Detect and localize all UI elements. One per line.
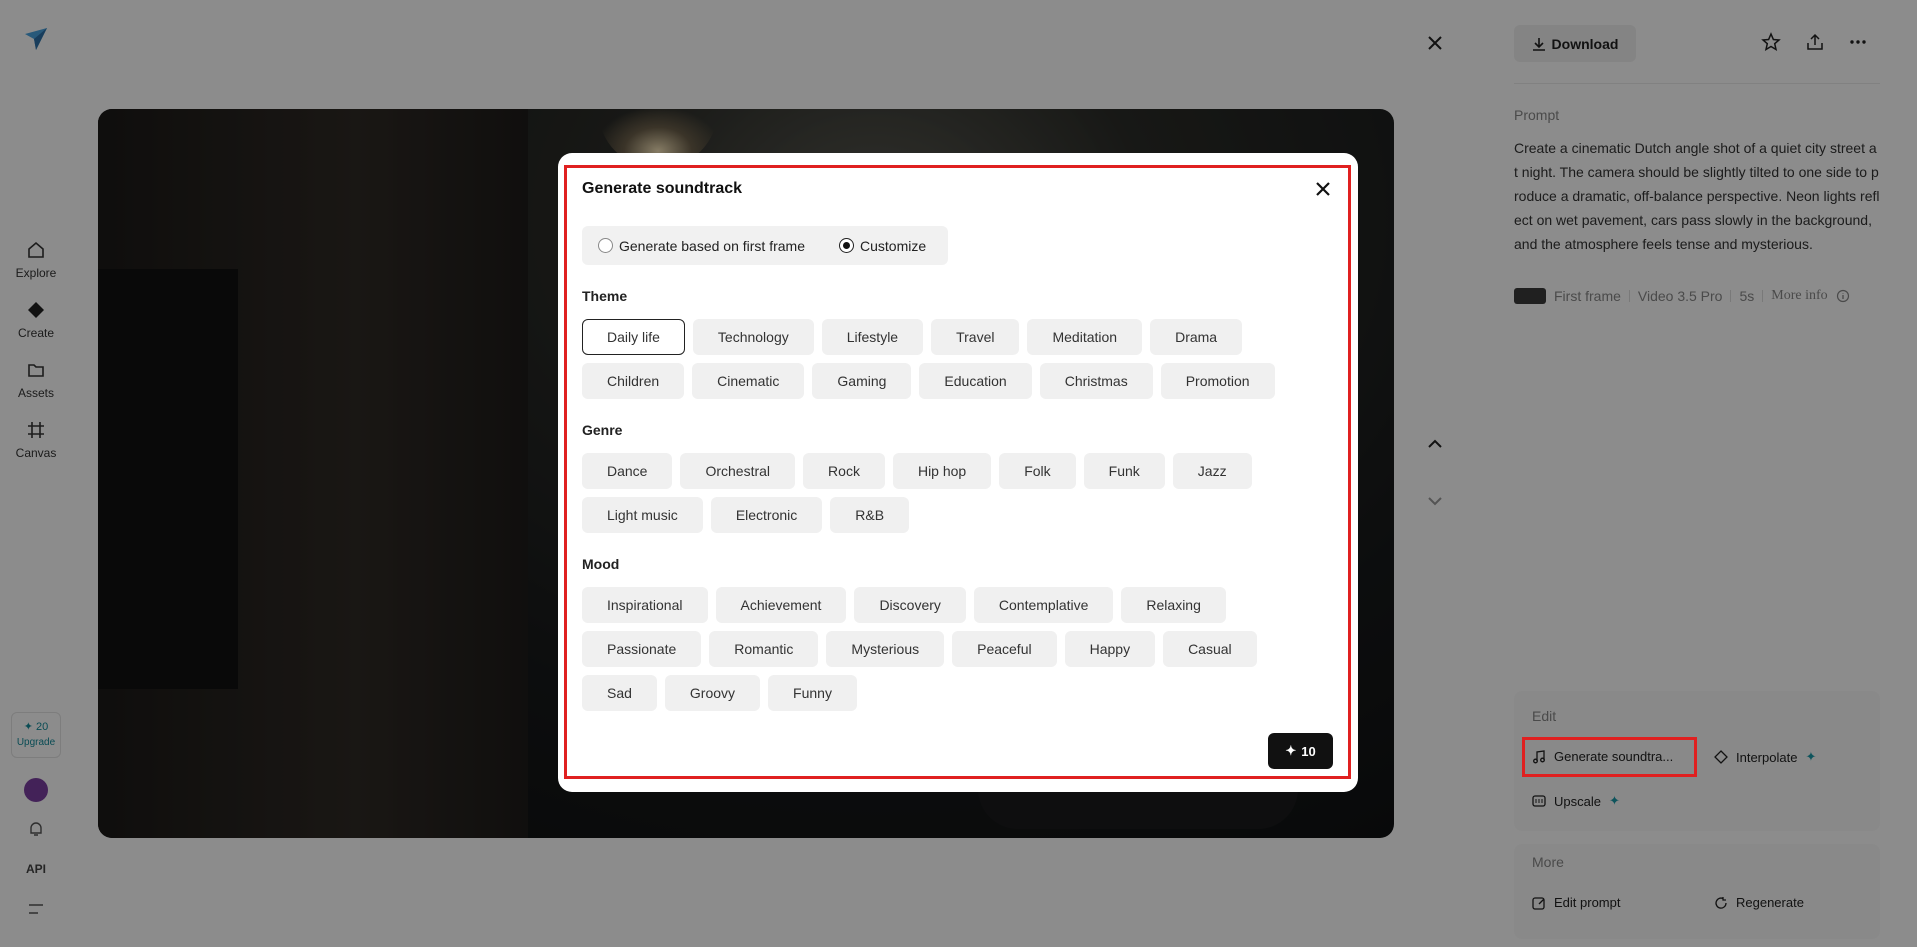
close-icon[interactable] (1313, 179, 1333, 199)
mood-chip[interactable]: Funny (768, 675, 857, 711)
mood-chip[interactable]: Casual (1163, 631, 1257, 667)
genre-chip-row: Light music Electronic R&B (582, 497, 910, 533)
mood-chip[interactable]: Mysterious (826, 631, 945, 667)
genre-chip-row: Dance Orchestral Rock Hip hop Folk Funk Jazz (582, 453, 1252, 489)
genre-label: Genre (582, 422, 623, 438)
genre-chip[interactable]: Folk (999, 453, 1076, 489)
generate-button[interactable]: ✦ 10 (1268, 733, 1333, 769)
mood-chip[interactable]: Romantic (709, 631, 819, 667)
genre-chip[interactable]: Orchestral (680, 453, 796, 489)
mood-chip[interactable]: Passionate (582, 631, 702, 667)
mode-customize-option[interactable]: Customize (839, 238, 926, 254)
generate-cost: 10 (1301, 743, 1316, 759)
mode-first-frame-label: Generate based on first frame (619, 237, 805, 254)
mood-chip[interactable]: Inspirational (582, 587, 708, 623)
mood-chip[interactable]: Sad (582, 675, 657, 711)
dialog-title: Generate soundtrack (582, 180, 743, 197)
theme-chip[interactable]: Travel (931, 319, 1020, 355)
mode-selector: Generate based on first frame Customize (582, 226, 948, 265)
theme-label: Theme (582, 288, 628, 304)
mood-chip[interactable]: Groovy (664, 675, 761, 711)
genre-chip[interactable]: Electronic (710, 497, 823, 533)
sparkle-icon: ✦ (1285, 743, 1297, 758)
theme-chip[interactable]: Christmas (1039, 363, 1153, 399)
theme-chip[interactable]: Daily life (582, 319, 685, 355)
genre-chip[interactable]: Jazz (1172, 453, 1252, 489)
mode-first-frame-option[interactable]: Generate based on first frame (598, 238, 805, 254)
mood-chip-row: Sad Groovy Funny (582, 675, 857, 711)
genre-chip[interactable]: Dance (582, 453, 673, 489)
mood-chip[interactable]: Peaceful (952, 631, 1057, 667)
radio-first-frame[interactable] (598, 238, 613, 253)
mode-customize-label: Customize (860, 237, 927, 254)
theme-chip[interactable]: Promotion (1160, 363, 1275, 399)
theme-chip[interactable]: Gaming (812, 363, 912, 399)
theme-chip-row: Children Cinematic Gaming Education Christma… (582, 363, 1275, 399)
theme-chip[interactable]: Cinematic (692, 363, 805, 399)
mood-chip[interactable]: Discovery (854, 587, 966, 623)
mood-chip-row: Passionate Romantic Mysterious Peaceful Happ… (582, 631, 1257, 667)
mood-label: Mood (582, 556, 620, 572)
genre-chip[interactable]: Funk (1083, 453, 1165, 489)
mood-chip[interactable]: Happy (1064, 631, 1156, 667)
mood-chip[interactable]: Contemplative (973, 587, 1114, 623)
mood-chip-row: Inspirational Achievement Discovery Contemp… (582, 587, 1226, 623)
theme-chip[interactable]: Lifestyle (821, 319, 924, 355)
genre-chip[interactable]: Rock (803, 453, 885, 489)
genre-chip[interactable]: Hip hop (892, 453, 992, 489)
mood-chip[interactable]: Relaxing (1121, 587, 1226, 623)
theme-chip[interactable]: Technology (692, 319, 814, 355)
mood-chip[interactable]: Achievement (715, 587, 847, 623)
radio-customize[interactable] (839, 238, 854, 253)
theme-chip[interactable]: Children (582, 363, 685, 399)
theme-chip[interactable]: Drama (1150, 319, 1243, 355)
theme-chip[interactable]: Meditation (1027, 319, 1143, 355)
theme-chip[interactable]: Education (919, 363, 1032, 399)
theme-chip-row: Daily life Technology Lifestyle Travel Medit… (582, 319, 1243, 355)
genre-chip[interactable]: Light music (582, 497, 703, 533)
genre-chip[interactable]: R&B (830, 497, 910, 533)
